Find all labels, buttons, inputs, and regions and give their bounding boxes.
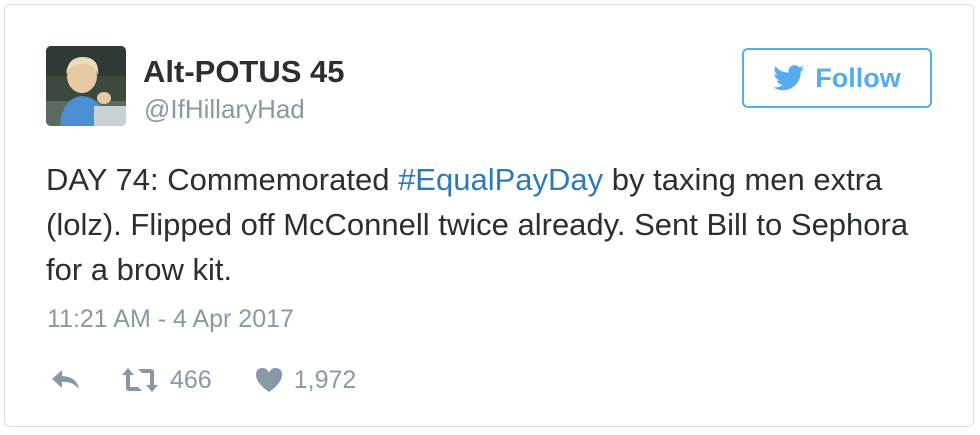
retweet-icon: [122, 368, 158, 392]
username-handle[interactable]: @IfHillaryHad: [144, 93, 305, 125]
avatar[interactable]: [46, 46, 126, 126]
heart-icon: [255, 368, 282, 392]
reply-button[interactable]: [50, 367, 82, 393]
display-name[interactable]: Alt-POTUS 45: [143, 54, 345, 90]
twitter-bird-icon: [773, 65, 805, 91]
follow-button[interactable]: Follow: [742, 48, 932, 108]
hashtag-link[interactable]: #EqualPayDay: [398, 162, 603, 197]
retweet-count: 466: [170, 365, 212, 394]
like-button[interactable]: 1,972: [254, 365, 357, 395]
tweet-card: Alt-POTUS 45 @IfHillaryHad Follow DAY 74…: [4, 4, 974, 427]
retweet-button[interactable]: 466: [120, 366, 212, 395]
tweet-text-before: DAY 74: Commemorated: [46, 162, 399, 197]
action-bar: 466 1,972: [50, 363, 356, 397]
reply-icon: [52, 370, 79, 389]
profile-photo: [46, 46, 126, 126]
timestamp[interactable]: 11:21 AM - 4 Apr 2017: [47, 303, 294, 335]
like-count: 1,972: [293, 365, 357, 394]
tweet-text: DAY 74: Commemorated #EqualPayDay by tax…: [46, 157, 946, 292]
follow-label: Follow: [815, 62, 901, 93]
